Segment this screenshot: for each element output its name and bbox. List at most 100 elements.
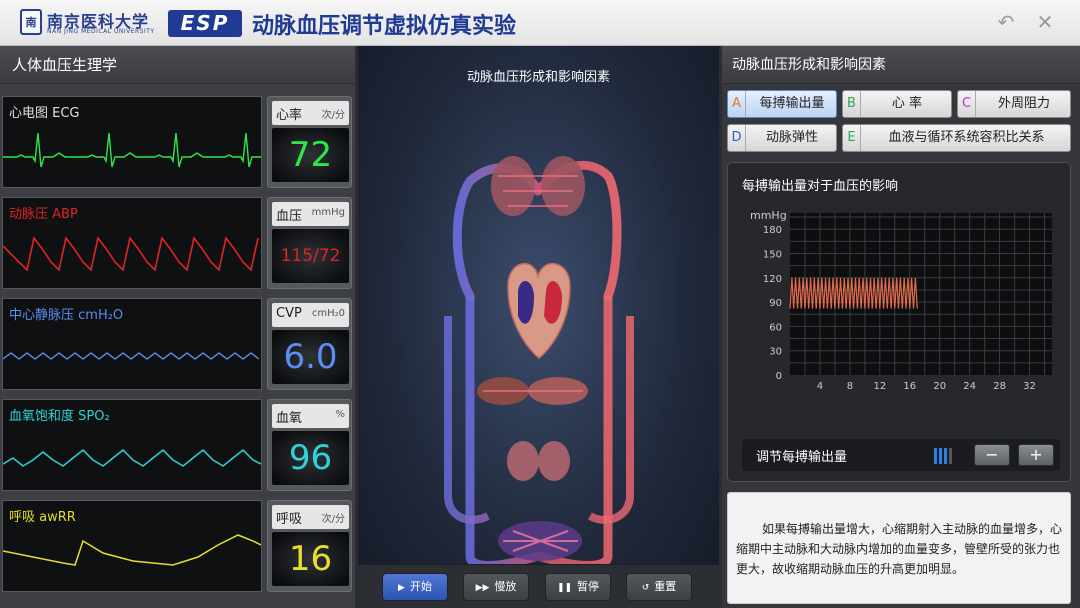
resp-trace — [3, 534, 261, 566]
x-tick-label: 8 — [847, 381, 853, 392]
x-tick-label: 16 — [903, 381, 916, 392]
cvp-display: CVP cmH₂0 6.0 — [267, 298, 352, 390]
heart-rate-display: 心率 次/分 72 — [267, 96, 352, 188]
wave-label: 血氧饱和度 SPO₂ — [9, 409, 110, 424]
bp-chart: mmHg 0 30 60 90 120 150 180 4 8 12 16 20 24 28 32 — [750, 209, 1052, 392]
university-name-en: NAN JING MEDICAL UNIVERSITY — [47, 28, 155, 35]
vital-resp: 呼吸 awRR 呼吸 次/分 16 — [2, 500, 353, 595]
tab-heart-rate[interactable]: B 心 率 — [842, 90, 952, 118]
value-name: CVP — [276, 306, 302, 321]
value-unit: 次/分 — [321, 514, 345, 525]
adjust-row: 调节每搏输出量 − + — [742, 439, 1060, 471]
pause-button[interactable]: ❚❚ 暂停 — [545, 573, 611, 601]
resp-waveform: 呼吸 awRR — [2, 500, 262, 592]
reset-button[interactable]: ↺ 重置 — [626, 573, 692, 601]
spo2-display: 血氧 % 96 — [267, 399, 352, 491]
x-tick-label: 12 — [873, 381, 886, 392]
wave-label: 呼吸 awRR — [9, 510, 76, 525]
y-axis-label: mmHg — [750, 209, 787, 222]
undo-icon[interactable]: ↶ — [993, 10, 1019, 34]
graph-title: 每搏输出量对于血压的影响 — [742, 179, 899, 194]
y-tick-label: 90 — [769, 298, 782, 309]
x-tick-label: 32 — [1023, 381, 1036, 392]
graph-card: 每搏输出量对于血压的影响 mmHg 0 30 60 90 120 150 180 4 8 12 16 2… — [727, 162, 1071, 482]
playback-controls: ▶ 开始 ▶▶ 慢放 ❚❚ 暂停 ↺ 重置 — [358, 564, 719, 608]
tab-label: 心 率 — [891, 96, 923, 111]
y-tick-label: 180 — [763, 225, 782, 236]
x-tick-label: 28 — [993, 381, 1006, 392]
tab-letter: B — [843, 91, 861, 117]
pause-icon: ❚❚ — [556, 583, 573, 593]
start-label: 开始 — [409, 580, 432, 593]
tab-peripheral-resistance[interactable]: C 外周阻力 — [957, 90, 1071, 118]
play-icon: ▶ — [398, 583, 405, 593]
factors-panel-title: 动脉血压形成和影响因素 — [722, 46, 1080, 84]
wave-label: 中心静脉压 cmH₂O — [9, 308, 124, 323]
tab-label: 血液与循环系统容积比关系 — [888, 130, 1045, 145]
slow-button[interactable]: ▶▶ 慢放 — [463, 573, 529, 601]
header-bar: 南 南京医科大学 NAN JING MEDICAL UNIVERSITY ESP… — [0, 0, 1080, 46]
circulation-diagram — [444, 156, 634, 570]
vital-spo2: 血氧饱和度 SPO₂ 血氧 % 96 — [2, 399, 353, 494]
close-icon[interactable]: ✕ — [1032, 10, 1058, 34]
cvp-value: 6.0 — [272, 330, 349, 384]
tab-letter: A — [728, 91, 746, 117]
adjust-label: 调节每搏输出量 — [756, 450, 848, 465]
resp-value: 16 — [272, 532, 349, 586]
vitals-panel-title: 人体血压生理学 — [0, 46, 355, 84]
level-bar — [949, 448, 952, 464]
slow-label: 慢放 — [494, 580, 517, 593]
value-header: 呼吸 次/分 — [272, 505, 349, 529]
abp-waveform: 动脉压 ABP — [2, 197, 262, 289]
ecg-trace — [3, 132, 261, 168]
value-name: 血压 — [276, 209, 303, 224]
vitals-panel: 人体血压生理学 心电图 ECG 心率 次/分 72 动脉压 ABP 血压 mmH… — [0, 46, 355, 608]
spo2-value: 96 — [272, 431, 349, 485]
decrease-button[interactable]: − — [974, 444, 1010, 466]
description-text: 如果每搏输出量增大，心缩期射入主动脉的血量增多，心缩期中主动脉和大动脉内增加的血… — [736, 522, 1063, 576]
circulation-title: 动脉血压形成和影响因素 — [466, 70, 610, 85]
tab-stroke-volume[interactable]: A 每搏输出量 — [727, 90, 837, 118]
spo2-trace — [3, 448, 261, 467]
abp-trace — [3, 236, 259, 272]
blood-pressure-display: 血压 mmHg 115/72 — [267, 197, 352, 289]
y-tick-label: 30 — [769, 347, 782, 358]
app-window: 南 南京医科大学 NAN JING MEDICAL UNIVERSITY ESP… — [0, 0, 1080, 608]
factors-panel: 动脉血压形成和影响因素 A 每搏输出量 B 心 率 C 外周阻力 D 动脉弹性 … — [722, 46, 1080, 608]
level-bar — [939, 448, 942, 464]
level-bar — [934, 448, 937, 464]
university-logo: 南 — [20, 9, 42, 35]
value-unit: mmHg — [311, 207, 345, 218]
tab-label: 每搏输出量 — [759, 96, 825, 111]
pause-label: 暂停 — [577, 580, 600, 593]
value-unit: 次/分 — [321, 110, 345, 121]
resp-display: 呼吸 次/分 16 — [267, 500, 352, 592]
description-card: 如果每搏输出量增大，心缩期射入主动脉的血量增多，心缩期中主动脉和大动脉内增加的血… — [727, 492, 1071, 604]
start-button[interactable]: ▶ 开始 — [382, 573, 448, 601]
increase-button[interactable]: + — [1018, 444, 1054, 466]
vital-ecg: 心电图 ECG 心率 次/分 72 — [2, 96, 353, 191]
cvp-waveform: 中心静脉压 cmH₂O — [2, 298, 262, 390]
x-tick-label: 4 — [817, 381, 823, 392]
slow-motion-icon: ▶▶ — [475, 583, 490, 593]
tab-letter: E — [843, 125, 861, 151]
x-tick-label: 20 — [933, 381, 946, 392]
tab-volume-ratio[interactable]: E 血液与循环系统容积比关系 — [842, 124, 1071, 152]
wave-label: 动脉压 ABP — [9, 207, 78, 222]
tab-label: 动脉弹性 — [765, 130, 818, 145]
value-unit: cmH₂0 — [311, 308, 345, 319]
y-tick-label: 150 — [763, 250, 782, 261]
vital-abp: 动脉压 ABP 血压 mmHg 115/72 — [2, 197, 353, 292]
value-name: 血氧 — [276, 411, 303, 426]
y-tick-label: 120 — [763, 274, 782, 285]
y-tick-label: 0 — [776, 371, 782, 382]
blood-pressure-value: 115/72 — [272, 229, 349, 283]
circulation-panel: 动脉血压形成和影响因素 ▶ 开始 ▶▶ 慢放 ❚❚ 暂停 ↺ 重置 — [358, 46, 719, 608]
ecg-waveform: 心电图 ECG — [2, 96, 262, 188]
tab-label: 外周阻力 — [997, 96, 1050, 111]
value-header: 血氧 % — [272, 404, 349, 428]
esp-logo: ESP — [168, 10, 242, 37]
tab-letter: D — [728, 125, 746, 151]
tab-arterial-elasticity[interactable]: D 动脉弹性 — [727, 124, 837, 152]
cvp-trace — [3, 352, 260, 360]
